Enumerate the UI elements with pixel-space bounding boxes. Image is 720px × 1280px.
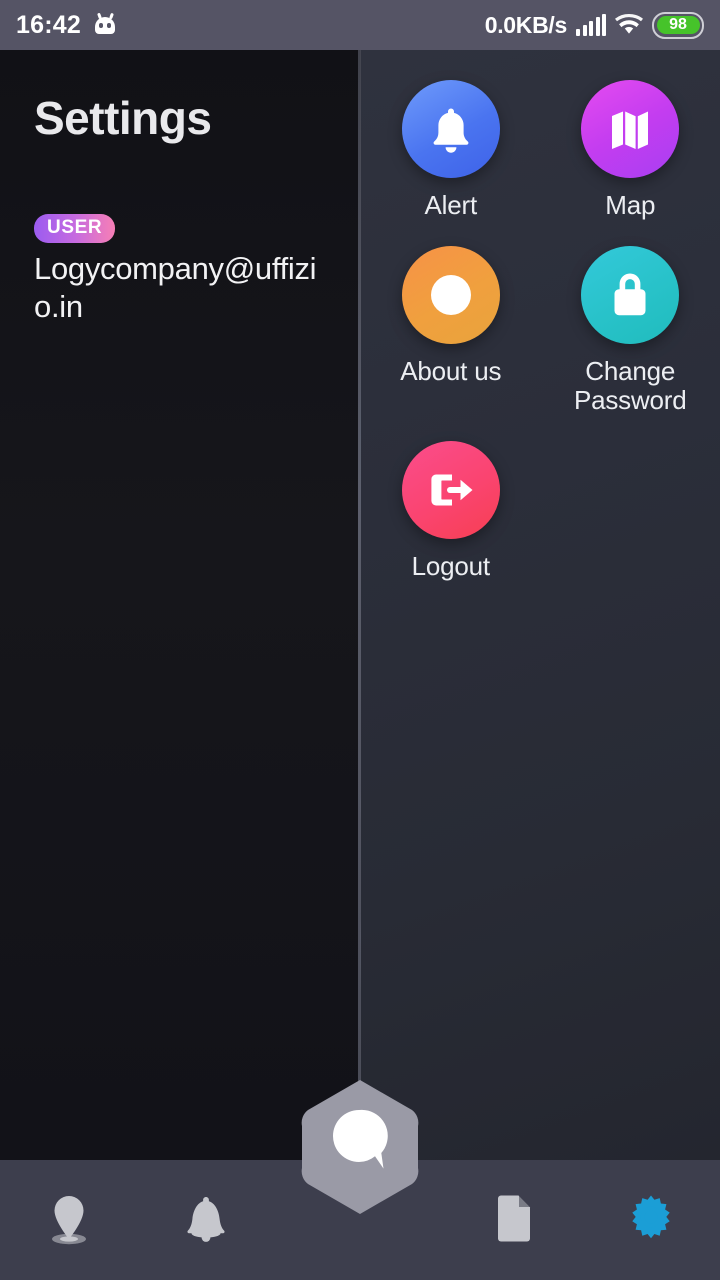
status-bar: 16:42 0.0KB/s 98	[0, 0, 720, 50]
gear-icon	[632, 1195, 671, 1239]
chat-fab-button[interactable]	[300, 1078, 420, 1216]
map-icon	[581, 80, 680, 178]
network-speed-label: 0.0KB/s	[484, 11, 568, 38]
nav-item-location[interactable]	[0, 1160, 137, 1280]
menu-item-logout[interactable]: Logout	[361, 429, 541, 581]
sign-out-icon	[401, 441, 500, 540]
settings-menu-panel: Alert Map About us Change Password Logou…	[361, 50, 720, 1160]
user-email-label: Logycompany@uffizio.in	[34, 251, 317, 325]
menu-item-alert[interactable]: Alert	[361, 68, 541, 220]
report-chart-icon	[498, 1195, 531, 1242]
menu-item-change-password[interactable]: Change Password	[541, 234, 720, 415]
menu-item-label: Map	[605, 190, 656, 220]
signal-bars-icon	[576, 14, 606, 36]
menu-item-label: About us	[400, 356, 502, 387]
settings-menu-grid: Alert Map About us Change Password Logou…	[361, 68, 720, 581]
map-pin-icon	[51, 1196, 86, 1245]
battery-level-label: 98	[669, 16, 687, 33]
android-robot-icon	[93, 12, 117, 37]
lock-refresh-icon	[581, 246, 680, 345]
drawer-header-panel: Settings USER Logycompany@uffizio.in	[0, 50, 360, 1160]
menu-item-label: Logout	[411, 551, 491, 582]
status-bar-right: 0.0KB/s 98	[484, 11, 704, 39]
status-time: 16:42	[16, 10, 81, 39]
bell-icon	[187, 1197, 225, 1242]
page-title: Settings	[34, 92, 212, 144]
wifi-icon	[615, 13, 643, 36]
menu-item-label: Alert	[424, 190, 478, 220]
app-screen: 16:42 0.0KB/s 98 Settings USER Logycompa…	[0, 0, 720, 1280]
battery-badge: 98	[652, 11, 704, 39]
nav-item-settings[interactable]	[583, 1160, 720, 1280]
menu-item-label: Change Password	[573, 356, 687, 416]
nav-item-alerts[interactable]	[137, 1160, 274, 1280]
user-role-badge: USER	[34, 214, 116, 244]
status-bar-left: 16:42	[16, 11, 117, 40]
info-icon	[401, 246, 500, 345]
menu-item-map[interactable]: Map	[541, 68, 720, 220]
nav-item-reports[interactable]	[446, 1160, 583, 1280]
menu-item-about-us[interactable]: About us	[361, 234, 541, 415]
bell-icon	[401, 80, 500, 178]
panel-divider	[358, 50, 361, 1160]
